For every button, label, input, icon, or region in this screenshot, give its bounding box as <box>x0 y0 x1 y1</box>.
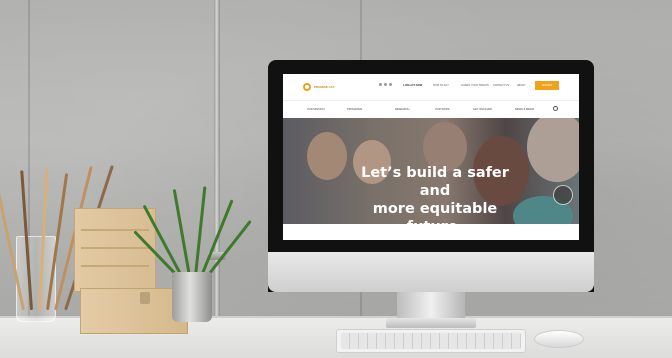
phone-number[interactable]: 1-800-ACT-NOW <box>403 84 422 87</box>
logo-mark-icon <box>303 83 311 91</box>
twitter-icon[interactable] <box>384 83 387 86</box>
util-link-how-to-act[interactable]: HOW TO ACT <box>433 84 449 87</box>
monitor-chin <box>268 252 594 292</box>
hero-headline-line1: Let’s build a safer and <box>361 165 509 199</box>
nav-item-mission[interactable]: OUR MISSION <box>307 108 324 111</box>
util-link-contact[interactable]: CONTACT US <box>493 84 509 87</box>
mouse <box>534 330 584 348</box>
monitor-stand <box>397 292 465 320</box>
nav-item-programs[interactable]: PROGRAMS <box>347 108 362 111</box>
hero-headline: Let’s build a safer and more equitable f… <box>349 164 521 224</box>
nav-item-news[interactable]: NEWS & MEDIA <box>515 108 534 111</box>
nav-item-our-work[interactable]: OUR WORK <box>435 108 450 111</box>
facebook-icon[interactable] <box>379 83 382 86</box>
logo-text: PROMISE ACT <box>314 85 335 89</box>
site-header: PROMISE ACT 1-800-ACT-NOW HOW TO ACT GUA… <box>283 74 579 100</box>
wall-pipe <box>214 0 220 318</box>
util-link-guard[interactable]: GUARD YOUR TRACKS <box>461 84 489 87</box>
util-link-about[interactable]: ABOUT <box>517 84 526 87</box>
search-icon[interactable] <box>553 106 558 111</box>
main-nav: OUR MISSION PROGRAMS RESEARCH OUR WORK G… <box>283 100 579 119</box>
hero-banner: Let’s build a safer and more equitable f… <box>283 118 579 224</box>
monitor-foot <box>386 318 476 328</box>
donate-button[interactable]: DONATE <box>535 81 559 90</box>
site-logo[interactable]: PROMISE ACT <box>303 82 339 92</box>
nav-item-get-involved[interactable]: GET INVOLVED <box>473 108 492 111</box>
box-latch <box>140 292 150 304</box>
instagram-icon[interactable] <box>389 83 392 86</box>
social-links <box>379 83 392 86</box>
hero-headline-line2: more equitable future. <box>372 201 498 224</box>
wooden-box-lid <box>74 208 156 292</box>
monitor-screen: PROMISE ACT 1-800-ACT-NOW HOW TO ACT GUA… <box>283 74 579 240</box>
nav-item-research[interactable]: RESEARCH <box>395 108 409 111</box>
video-play-icon[interactable] <box>553 185 573 205</box>
keyboard <box>336 329 526 353</box>
plant-pot <box>172 272 212 322</box>
